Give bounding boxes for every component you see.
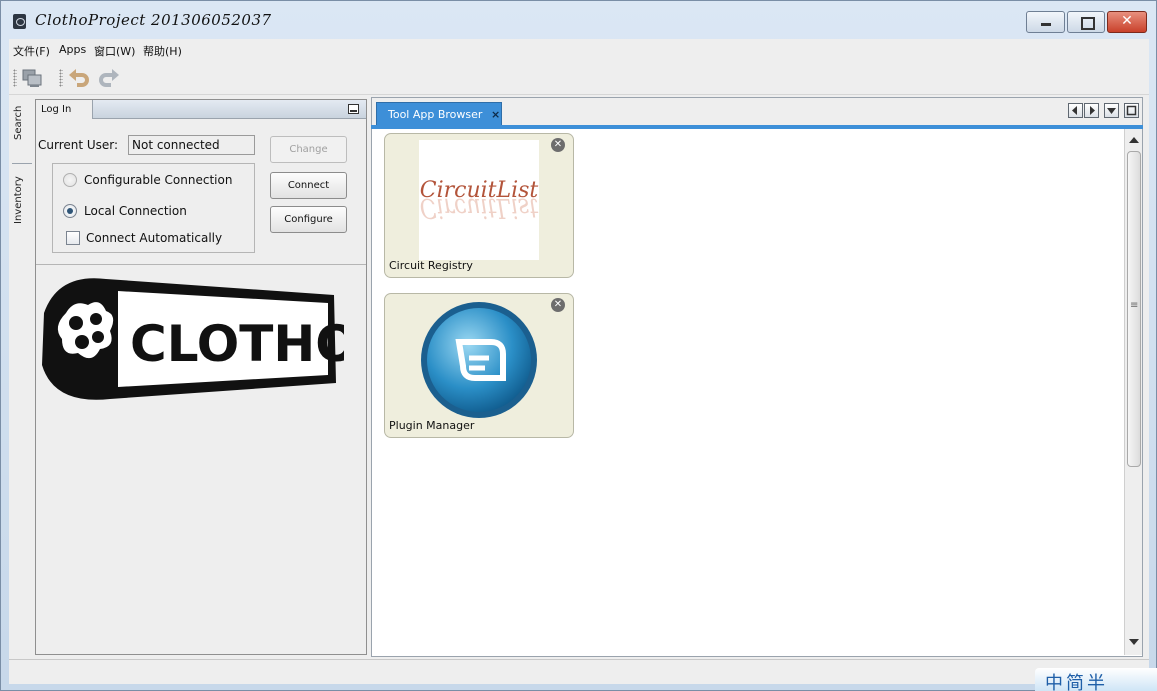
- login-panel: Log In Current User: Not connected Confi…: [35, 99, 367, 655]
- app-card-plugin-manager[interactable]: ✕ Plugin Manager: [384, 293, 574, 438]
- close-button[interactable]: ✕: [1107, 11, 1147, 33]
- application-window: ClothoProject 201306052037 ✕ 文件(F) Apps …: [0, 0, 1157, 691]
- undo-icon[interactable]: [68, 67, 90, 89]
- login-panel-header: Log In: [36, 100, 366, 119]
- clotho-logo: CLOTHO: [42, 278, 344, 400]
- app-name: Circuit Registry: [389, 259, 473, 272]
- maximize-button[interactable]: [1067, 11, 1105, 33]
- ime-status: 中简半: [1045, 673, 1108, 691]
- toolbar: [9, 61, 1149, 95]
- current-user-field: Not connected: [128, 135, 255, 155]
- tab-list-dropdown-icon[interactable]: [1104, 103, 1119, 118]
- tab-label: Tool App Browser: [388, 108, 483, 121]
- login-form: Current User: Not connected Configurable…: [36, 121, 366, 265]
- window-title: ClothoProject 201306052037: [35, 11, 272, 29]
- menu-help[interactable]: 帮助(H): [143, 43, 182, 59]
- tab-search[interactable]: Search: [13, 103, 31, 143]
- vertical-scrollbar[interactable]: [1124, 129, 1142, 655]
- tab-tool-app-browser[interactable]: Tool App Browser ×: [376, 102, 502, 126]
- minimize-button[interactable]: [1026, 11, 1065, 33]
- local-connection-label: Local Connection: [84, 204, 187, 218]
- plugin-manager-icon: [421, 302, 537, 418]
- toolbar-grip[interactable]: [13, 69, 17, 87]
- scroll-down-icon[interactable]: [1129, 639, 1139, 645]
- logo-wordmark: CLOTHO: [130, 315, 344, 373]
- local-connection-radio[interactable]: [63, 204, 77, 218]
- toolbar-grip-2[interactable]: [59, 69, 63, 87]
- remove-app-icon[interactable]: ✕: [551, 298, 565, 312]
- panel-minimize-icon[interactable]: [348, 104, 359, 114]
- tab-close-icon[interactable]: ×: [491, 108, 500, 121]
- scroll-up-icon[interactable]: [1129, 137, 1139, 143]
- circuit-registry-thumbnail: CircuitList CircuitList: [419, 140, 539, 260]
- status-bar: [9, 659, 1149, 684]
- menu-bar: 文件(F) Apps 窗口(W) 帮助(H): [9, 39, 1149, 61]
- ime-toolbar[interactable]: 中简半: [1035, 668, 1157, 691]
- app-card-circuit-registry[interactable]: CircuitList CircuitList ✕ Circuit Regist…: [384, 133, 574, 278]
- close-icon: ✕: [1121, 13, 1133, 29]
- configure-button[interactable]: Configure: [270, 206, 347, 233]
- scroll-tabs-left-icon[interactable]: [1068, 103, 1083, 118]
- client-area: 文件(F) Apps 窗口(W) 帮助(H) Search Inventory …: [9, 39, 1149, 684]
- app-grid: CircuitList CircuitList ✕ Circuit Regist…: [371, 129, 1143, 657]
- circuitlist-reflection: CircuitList: [420, 192, 539, 224]
- tab-inventory[interactable]: Inventory: [13, 175, 31, 225]
- connect-automatically-label: Connect Automatically: [86, 231, 223, 245]
- change-button[interactable]: Change: [270, 136, 347, 163]
- maximize-panel-icon[interactable]: [1124, 103, 1139, 118]
- redo-icon[interactable]: [98, 67, 120, 89]
- tool-app-browser: Tool App Browser × CircuitList CircuitLi…: [371, 97, 1143, 657]
- scroll-tabs-right-icon[interactable]: [1084, 103, 1099, 118]
- menu-apps[interactable]: Apps: [59, 43, 86, 56]
- browser-tab-strip: Tool App Browser ×: [371, 97, 1143, 126]
- connect-button[interactable]: Connect: [270, 172, 347, 199]
- menu-window[interactable]: 窗口(W): [94, 43, 135, 59]
- current-user-label: Current User:: [38, 138, 119, 152]
- configurable-connection-radio[interactable]: [63, 173, 77, 187]
- remove-app-icon[interactable]: ✕: [551, 138, 565, 152]
- tab-login[interactable]: Log In: [36, 100, 93, 119]
- tab-divider: [12, 163, 32, 164]
- connect-automatically-checkbox[interactable]: [66, 231, 80, 245]
- computer-icon[interactable]: [21, 67, 43, 89]
- side-tab-strip: Search Inventory: [9, 99, 35, 659]
- app-name: Plugin Manager: [389, 419, 475, 432]
- connection-options-group: Configurable Connection Local Connection…: [52, 163, 255, 253]
- app-icon: [13, 14, 26, 29]
- menu-file[interactable]: 文件(F): [13, 43, 50, 59]
- configurable-connection-label: Configurable Connection: [84, 173, 233, 187]
- title-bar: ClothoProject 201306052037 ✕: [1, 1, 1156, 39]
- scroll-thumb[interactable]: [1127, 151, 1141, 467]
